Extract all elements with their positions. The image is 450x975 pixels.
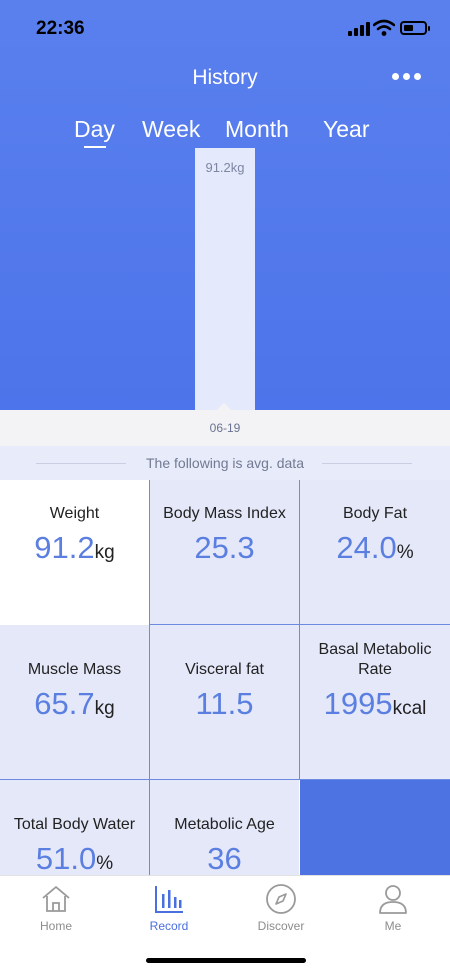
nav-me[interactable]: Me — [348, 882, 438, 933]
nav-label: Record — [149, 919, 189, 933]
tab-day[interactable]: Day — [74, 116, 115, 143]
bar-date-label: 06-19 — [209, 421, 241, 435]
compass-icon — [266, 884, 296, 914]
more-options-button[interactable] — [392, 70, 422, 84]
average-note: The following is avg. data — [146, 455, 304, 471]
bar-value-label: 91.2kg — [205, 160, 245, 175]
battery-icon — [400, 21, 430, 35]
tab-year[interactable]: Year — [323, 116, 369, 143]
bar-chart-icon — [155, 886, 183, 913]
page-title: History — [192, 66, 258, 89]
grid-divider — [299, 480, 300, 780]
grid-divider — [150, 624, 450, 625]
metric-value: 65.7kg — [34, 686, 115, 721]
nav-record[interactable]: Record — [124, 882, 214, 933]
metric-label: Muscle Mass — [27, 661, 122, 678]
tab-week[interactable]: Week — [142, 116, 200, 143]
metrics-grid: Weight 91.2kg Body Mass Index 25.3 Body … — [0, 480, 450, 875]
metric-value: 11.5 — [195, 686, 254, 721]
nav-label: Home — [39, 919, 72, 933]
metric-value: 24.0% — [336, 530, 414, 565]
person-icon — [379, 885, 407, 914]
metric-basal-metabolic-rate[interactable]: Basal Metabolic Rate 1995kcal — [300, 625, 450, 779]
accent-tile — [300, 780, 450, 875]
date-pointer — [216, 403, 232, 411]
cellular-signal-icon — [348, 22, 370, 36]
metric-value: 91.2kg — [34, 530, 115, 565]
nav-home[interactable]: Home — [11, 882, 101, 933]
metric-label: Total Body Water — [13, 816, 136, 833]
metric-visceral-fat[interactable]: Visceral fat 11.5 — [150, 625, 299, 779]
metric-value: 36 — [207, 841, 242, 875]
metric-muscle-mass[interactable]: Muscle Mass 65.7kg — [0, 625, 149, 779]
metric-value: 25.3 — [194, 530, 255, 565]
wifi-icon — [373, 19, 395, 36]
nav-label: Discover — [257, 919, 305, 933]
metric-label: Weight — [49, 505, 100, 522]
home-icon — [42, 886, 70, 912]
metric-label: Visceral fat — [185, 661, 264, 678]
status-time: 22:36 — [36, 18, 85, 39]
nav-label: Me — [384, 919, 402, 933]
home-indicator — [146, 958, 306, 963]
metric-value: 51.0% — [35, 841, 114, 875]
metric-label: Metabolic Age — [174, 816, 275, 833]
grid-divider — [149, 480, 150, 875]
metric-label: Body Mass Index — [163, 505, 286, 522]
tab-indicator — [84, 146, 106, 148]
metric-label: Body Fat — [342, 505, 408, 522]
grid-divider — [0, 779, 450, 780]
metric-total-body-water[interactable]: Total Body Water 51.0% — [0, 780, 149, 875]
metric-label: Basal Metabolic Rate — [318, 641, 432, 678]
metric-value: 1995kcal — [323, 686, 427, 721]
tab-month[interactable]: Month — [225, 116, 289, 143]
chart-bar[interactable] — [195, 148, 255, 410]
metric-metabolic-age[interactable]: Metabolic Age 36 — [150, 780, 299, 875]
nav-discover[interactable]: Discover — [236, 882, 326, 933]
metric-bmi[interactable]: Body Mass Index 25.3 — [150, 480, 299, 624]
metric-body-fat[interactable]: Body Fat 24.0% — [300, 480, 450, 624]
status-bar: 22:36 — [0, 0, 450, 56]
metric-weight[interactable]: Weight 91.2kg — [0, 480, 149, 624]
